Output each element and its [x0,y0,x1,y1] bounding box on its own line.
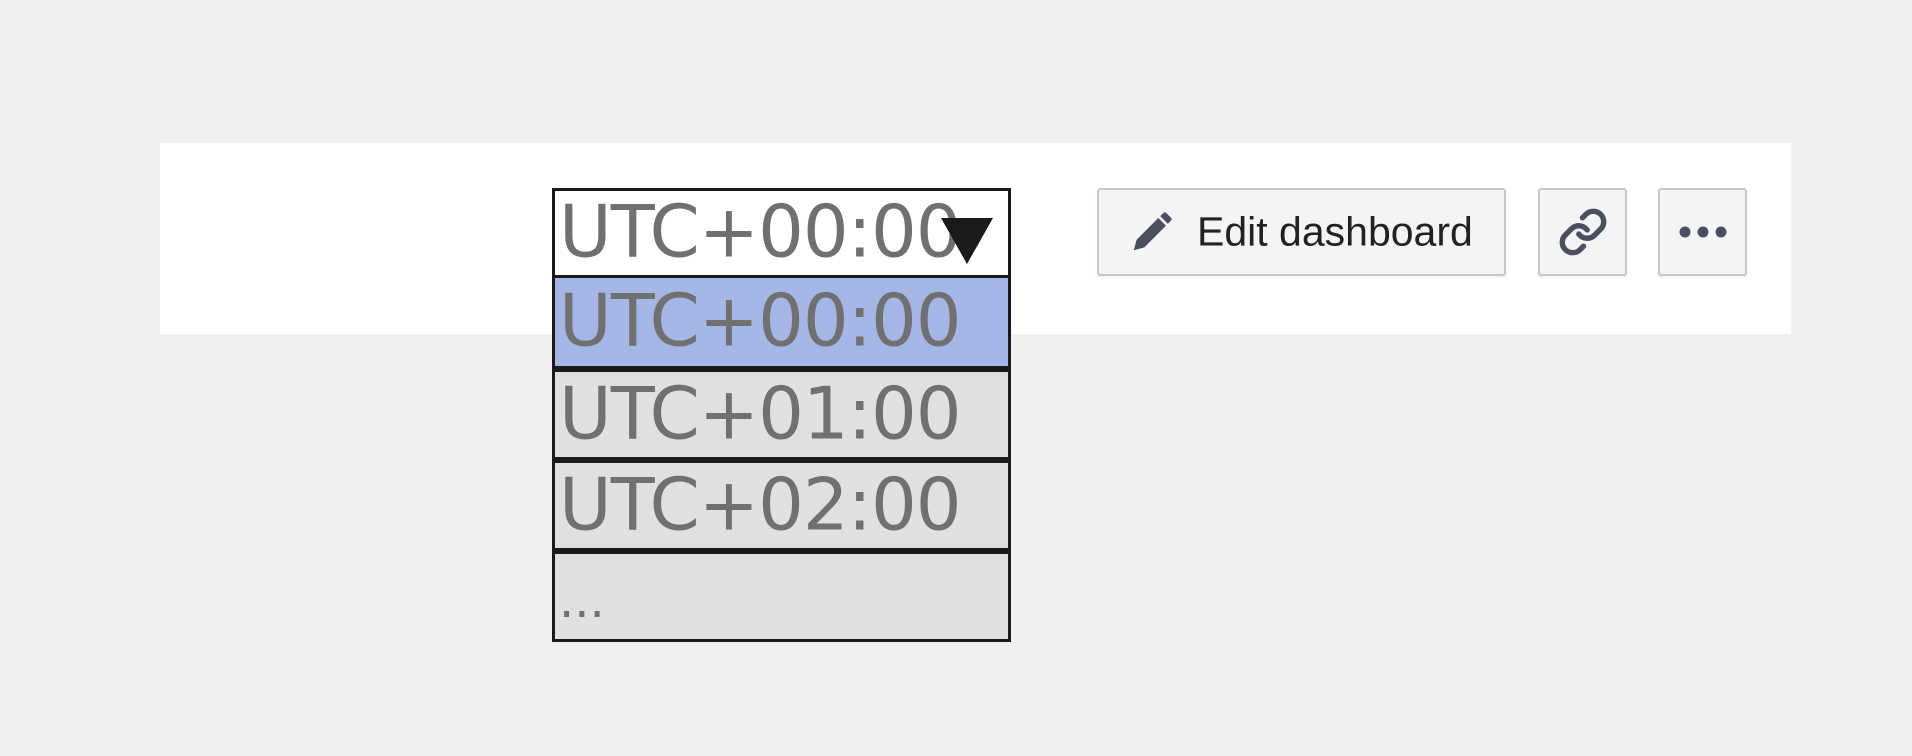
timezone-options-list: UTC+00:00 UTC+01:00 UTC+02:00 ... [552,278,1011,642]
timezone-option-utc-plus-01[interactable]: UTC+01:00 [552,369,1011,460]
pencil-icon [1133,212,1172,251]
timezone-selected-value: UTC+00:00 [559,189,962,274]
more-horizontal-icon [1679,226,1726,238]
timezone-option-more[interactable]: ... [552,551,1011,642]
copy-link-button[interactable] [1538,188,1627,276]
timezone-option-label: UTC+02:00 [559,462,962,547]
link-icon [1559,208,1606,256]
timezone-option-label: ... [559,573,605,630]
edit-dashboard-button[interactable]: Edit dashboard [1097,188,1506,276]
edit-dashboard-label: Edit dashboard [1197,208,1473,255]
dropdown-arrow-icon [941,218,993,264]
timezone-select[interactable]: UTC+00:00 [552,188,1011,278]
timezone-option-label: UTC+00:00 [559,278,962,363]
timezone-option-utc-plus-02[interactable]: UTC+02:00 [552,460,1011,551]
more-options-button[interactable] [1658,188,1747,276]
timezone-option-utc-plus-00[interactable]: UTC+00:00 [552,278,1011,369]
timezone-option-label: UTC+01:00 [559,371,962,456]
